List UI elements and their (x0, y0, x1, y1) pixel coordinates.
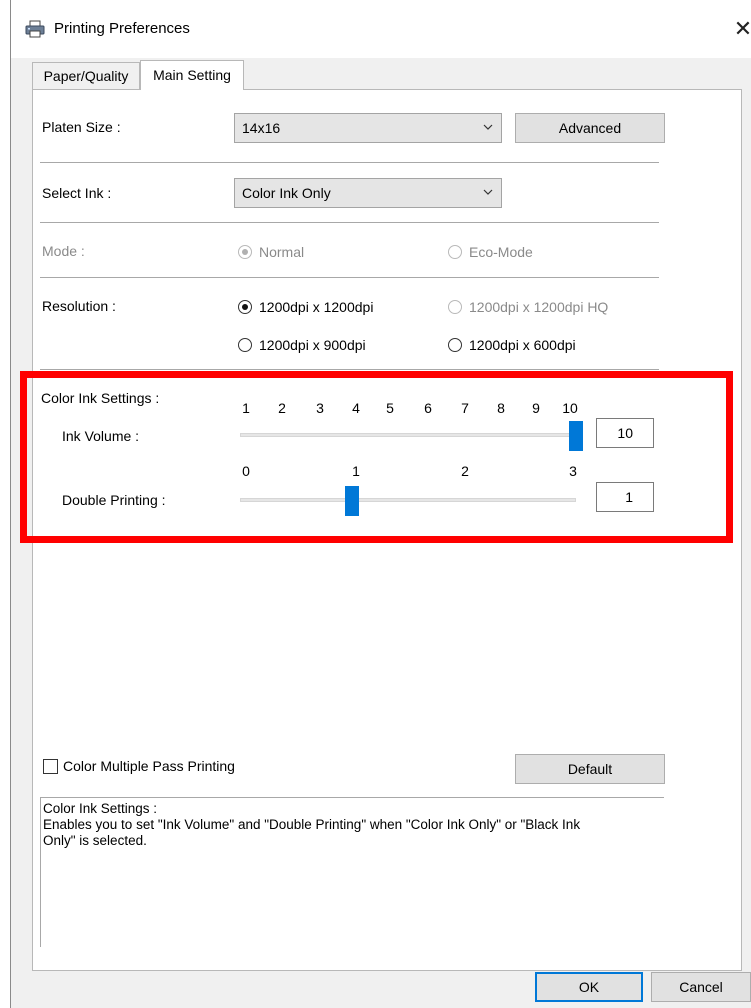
default-button[interactable]: Default (515, 754, 665, 784)
cancel-button[interactable]: Cancel (651, 972, 751, 1002)
tab-paper-quality[interactable]: Paper/Quality (32, 62, 140, 89)
description-title: Color Ink Settings : (43, 801, 158, 816)
mode-eco-radio[interactable] (448, 245, 462, 259)
resolution-1200x600-radio[interactable] (448, 338, 462, 352)
resolution-1200x600-label: 1200dpi x 600dpi (469, 337, 576, 353)
description-text: Enables you to set "Ink Volume" and "Dou… (43, 817, 581, 832)
close-icon[interactable]: ✕ (728, 14, 751, 44)
resolution-1200x1200hq-radio[interactable] (448, 300, 462, 314)
platen-size-label: Platen Size : (42, 119, 121, 135)
resolution-1200x900-radio[interactable] (238, 338, 252, 352)
resolution-1200x1200hq-label: 1200dpi x 1200dpi HQ (469, 299, 609, 315)
platen-size-dropdown[interactable]: 14x16 (234, 113, 502, 143)
description-text: Only" is selected. (43, 833, 147, 848)
advanced-button[interactable]: Advanced (515, 113, 665, 143)
color-multiple-pass-label: Color Multiple Pass Printing (63, 758, 235, 774)
chevron-down-icon (483, 124, 493, 130)
select-ink-dropdown[interactable]: Color Ink Only (234, 178, 502, 208)
resolution-1200x1200-label: 1200dpi x 1200dpi (259, 299, 374, 315)
color-multiple-pass-checkbox[interactable] (43, 759, 58, 774)
divider (40, 277, 659, 278)
ok-button[interactable]: OK (535, 972, 643, 1002)
printer-icon (25, 20, 45, 38)
title-bar: Printing Preferences ✕ (11, 0, 751, 58)
divider (40, 222, 659, 223)
resolution-label: Resolution : (42, 298, 116, 314)
tab-main-setting[interactable]: Main Setting (140, 60, 244, 90)
divider (40, 369, 659, 370)
resolution-1200x900-label: 1200dpi x 900dpi (259, 337, 366, 353)
chevron-down-icon (483, 189, 493, 195)
window-title: Printing Preferences (54, 20, 190, 37)
highlight-box (20, 371, 733, 543)
description-box: Color Ink Settings : Enables you to set … (40, 797, 664, 947)
mode-normal-label: Normal (259, 244, 305, 260)
mode-normal-radio[interactable] (238, 245, 252, 259)
select-ink-label: Select Ink : (42, 185, 112, 201)
mode-eco-label: Eco-Mode (469, 244, 533, 260)
platen-size-value: 14x16 (242, 120, 281, 136)
select-ink-value: Color Ink Only (242, 185, 331, 201)
resolution-1200x1200-radio[interactable] (238, 300, 252, 314)
mode-label: Mode : (42, 243, 85, 259)
divider (40, 162, 659, 163)
